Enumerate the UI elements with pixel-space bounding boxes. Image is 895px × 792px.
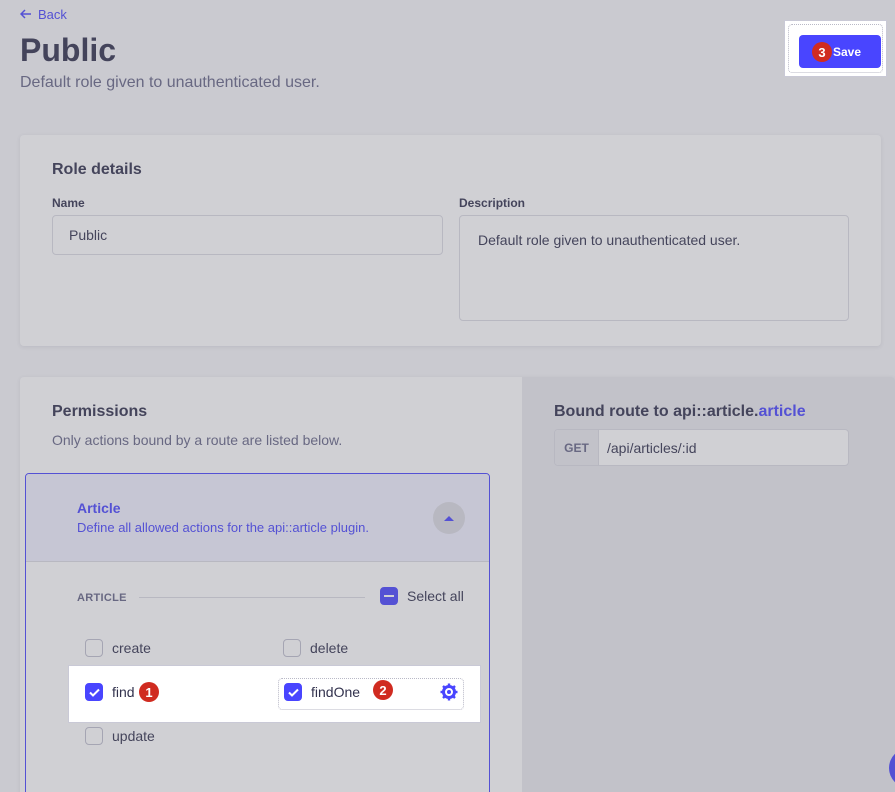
back-link[interactable]: Back: [19, 7, 67, 22]
accordion-description: Define all allowed actions for the api::…: [77, 520, 369, 535]
permissions-subtitle: Only actions bound by a route are listed…: [52, 432, 343, 448]
bound-route-box: GET /api/articles/:id: [554, 429, 849, 466]
role-details-card: Role details Name Public Description Def…: [20, 135, 881, 346]
http-method-badge: GET: [555, 430, 599, 465]
bound-route-heading: Bound route to api::article.article: [554, 403, 806, 421]
name-input[interactable]: Public: [52, 215, 443, 255]
select-all-checkbox[interactable]: Select all: [380, 587, 464, 605]
bound-route-heading-highlight: article: [758, 403, 806, 420]
page-subtitle: Default role given to unauthenticated us…: [20, 74, 320, 91]
route-path: /api/articles/:id: [607, 439, 697, 456]
checkmark-icon: [284, 683, 302, 701]
accordion-title: Article: [77, 500, 121, 516]
action-checkbox-findone[interactable]: findOne: [284, 683, 360, 701]
name-label: Name: [52, 196, 85, 210]
description-textarea[interactable]: Default role given to unauthenticated us…: [459, 215, 849, 321]
bound-route-heading-prefix: Bound route to api::article.: [554, 403, 759, 420]
section-divider: [139, 597, 365, 598]
annotation-badge-3: 3: [812, 42, 832, 62]
article-accordion: Article Define all allowed actions for t…: [25, 473, 490, 792]
checkbox-box: [283, 639, 301, 657]
permissions-card: Permissions Only actions bound by a rout…: [20, 377, 895, 792]
action-label-findone: findOne: [311, 684, 361, 700]
action-checkbox-find[interactable]: find: [85, 683, 135, 701]
gear-icon[interactable]: [440, 683, 458, 706]
action-checkbox-update[interactable]: update: [85, 727, 155, 745]
action-label-create: create: [112, 640, 151, 656]
find-row-highlight: find 1 findOne 2: [68, 665, 481, 723]
permissions-heading: Permissions: [52, 403, 148, 420]
action-checkbox-create[interactable]: create: [85, 639, 151, 657]
annotation-badge-2: 2: [373, 680, 393, 700]
section-label: ARTICLE: [77, 592, 127, 604]
page-title: Public: [20, 32, 117, 68]
save-highlight: Save 3: [784, 20, 887, 77]
select-all-label: Select all: [407, 588, 464, 604]
checkbox-box: [85, 639, 103, 657]
checkbox-box: [85, 727, 103, 745]
action-label-update: update: [112, 728, 155, 744]
arrow-left-icon: [19, 7, 32, 22]
description-label: Description: [459, 196, 526, 210]
annotation-badge-1: 1: [139, 682, 159, 702]
action-label-delete: delete: [310, 640, 349, 656]
save-label: Save: [832, 44, 862, 59]
checkmark-icon: [85, 683, 103, 701]
minus-icon: [380, 587, 398, 605]
accordion-toggle[interactable]: [433, 502, 465, 534]
role-details-heading: Role details: [52, 161, 142, 178]
back-label: Back: [38, 7, 67, 22]
chevron-up-icon: [443, 509, 455, 527]
action-checkbox-delete[interactable]: delete: [283, 639, 348, 657]
action-label-find: find: [112, 684, 135, 700]
accordion-header[interactable]: Article Define all allowed actions for t…: [26, 474, 489, 562]
